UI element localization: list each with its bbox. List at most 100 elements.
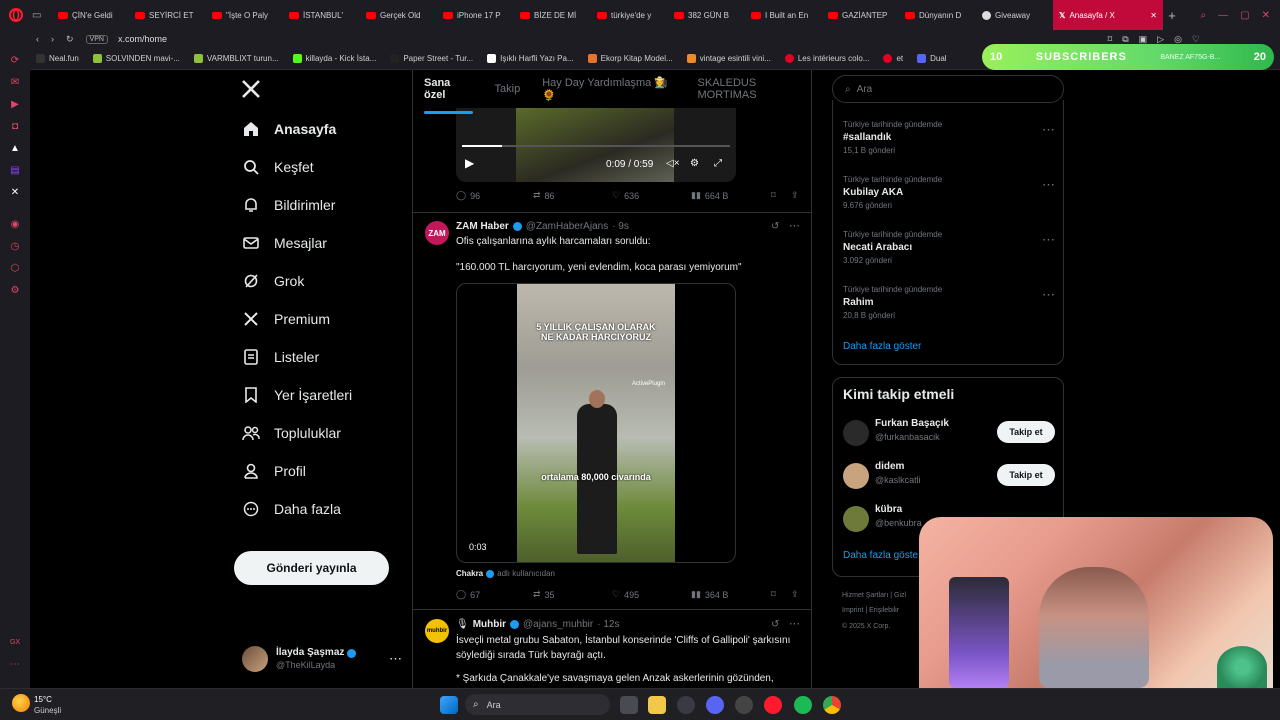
window-close-icon[interactable]: ✕ [1262,10,1270,21]
nav-explore[interactable]: Keşfet [242,148,412,186]
minimize-icon[interactable]: — [1218,10,1228,21]
more-icon[interactable]: ⋯ [389,651,402,667]
bookmark-item[interactable]: Neal.fun [36,54,79,63]
author-name[interactable]: Muhbir [473,619,506,630]
nav-profile[interactable]: Profil [242,452,412,490]
browser-tab-active[interactable]: 𝕏 Anasayfa / X ✕ [1053,0,1163,30]
grok-post-icon[interactable]: ↺ [771,221,779,232]
trend-item[interactable]: Türkiye tarihinde gündemde Kubilay AKA 9… [843,175,1055,210]
bookmark-item[interactable]: Paper Street - Tur... [390,54,473,63]
bookmark-item[interactable]: killayda - Kick İsta... [292,54,376,63]
browser-tab[interactable]: I Built an En [745,0,822,30]
browser-tab[interactable]: Giveaway [976,0,1053,30]
follow-suggestion[interactable]: didem @kaslkcatli Takip et [843,461,1055,491]
follow-button[interactable]: Takip et [997,464,1055,486]
browser-tab[interactable]: SEYİRCİ ET [129,0,206,30]
footer-link[interactable]: Erişilebilir [869,607,899,614]
post-button[interactable]: Gönderi yayınla [234,551,389,585]
account-switcher[interactable]: İlayda Şaşmaz @TheKilLayda ⋯ [242,644,402,674]
bookmark-item[interactable]: Ekorp Kitap Model... [587,54,673,63]
discord-icon[interactable]: ◘ [9,120,21,132]
video-progress-track[interactable] [462,145,730,147]
nav-grok[interactable]: Grok [242,262,412,300]
nav-notifications[interactable]: Bildirimler [242,186,412,224]
fullscreen-icon[interactable]: ⤢ [714,158,722,169]
more-icon[interactable]: ⋯ [789,219,800,232]
tab-following[interactable]: Takip [495,83,521,95]
search-input[interactable]: Ara [857,84,873,95]
maximize-icon[interactable]: ▢ [1240,10,1249,21]
repost-button[interactable]: ⇄ 35 [533,589,612,600]
settings-icon[interactable]: ⚙ [9,284,21,296]
twitch-icon[interactable]: ▤ [9,164,21,176]
extensions-icon[interactable]: ⬡ [9,262,21,274]
attribution-user[interactable]: Chakra [456,569,483,578]
mute-icon[interactable]: ◁× [666,158,680,169]
close-icon[interactable]: ✕ [1150,11,1157,20]
taskbar-search-input[interactable]: Ara [487,700,501,710]
grok-post-icon[interactable]: ↺ [771,619,779,630]
browser-tab[interactable]: türkiye'de y [591,0,668,30]
browser-tab[interactable]: İSTANBUL' [283,0,360,30]
more-dots-icon[interactable]: ⋯ [9,658,21,670]
nav-more[interactable]: Daha fazla [242,490,412,528]
youtube-rail-icon[interactable]: ▶ [9,98,21,110]
nav-home[interactable]: Anasayfa [242,110,412,148]
wallet-icon[interactable]: ▣ [1139,34,1148,45]
settings-gear-icon[interactable]: ⚙ [690,158,699,169]
opera-logo-icon[interactable] [0,0,32,30]
snapshot-icon[interactable]: ⧉ [1122,34,1128,45]
weather-icon[interactable] [12,694,30,712]
nav-communities[interactable]: Topluluklar [242,414,412,452]
bookmark-item[interactable]: Işıklı Harfli Yazı Pa... [487,54,574,63]
author-handle[interactable]: @ZamHaberAjans [526,221,608,232]
views-button[interactable]: ▮▮ 364 B [691,589,771,600]
nav-bookmarks[interactable]: Yer İşaretleri [242,376,412,414]
more-icon[interactable]: ⋯ [1042,287,1055,303]
follow-button[interactable]: Takip et [997,421,1055,443]
video-player[interactable]: 5 YILLIK ÇALIŞAN OLARAK NE KADAR HARCIYO… [456,283,736,563]
repost-button[interactable]: ⇄ 86 [533,190,612,201]
author-handle[interactable]: @ajans_muhbir [523,619,593,630]
like-button[interactable]: ♡ 495 [612,589,691,600]
browser-tab[interactable]: GAZİANTEP [822,0,899,30]
bookmark-page-icon[interactable]: ⌑ [1108,34,1113,45]
messenger-icon[interactable]: ✉ [9,76,21,88]
share-icon[interactable]: ⇪ [791,589,799,600]
browser-tab[interactable]: ÇİN'e Geldi [52,0,129,30]
bookmark-item[interactable]: Dual [917,54,947,63]
search-box[interactable]: ⌕ Ara [832,75,1064,103]
avatar[interactable]: ZAM [425,221,449,245]
opera-gx-icon[interactable] [764,696,782,714]
play-icon[interactable]: ▶ [465,156,474,170]
reply-button[interactable]: ◯ 67 [456,589,533,600]
file-explorer-icon[interactable] [648,696,666,714]
nav-messages[interactable]: Mesajlar [242,224,412,262]
more-icon[interactable]: ⋯ [1042,177,1055,193]
follow-suggestion[interactable]: Furkan Başaçık @furkanbasacik Takip et [843,418,1055,448]
x-rail-icon[interactable]: ✕ [9,186,21,198]
trend-item[interactable]: Türkiye tarihinde gündemde #sallandık 15… [843,120,1055,155]
more-icon[interactable]: ⋯ [1042,232,1055,248]
tab-skaledus[interactable]: SKALEDUS MORTIMAS [698,77,811,101]
show-more-link[interactable]: Daha fazla göster [843,341,921,352]
music-icon[interactable]: ◉ [9,218,21,230]
windows-start-icon[interactable] [440,696,458,714]
reply-button[interactable]: ◯ 96 [456,190,533,201]
bookmark-item[interactable]: Les intérieurs colo... [784,54,869,63]
tab-hayday[interactable]: Hay Day Yardımlaşma 👩‍🌾🌻 [542,76,675,102]
back-icon[interactable]: ‹ [36,34,39,44]
chrome-icon[interactable] [823,696,841,714]
spotify-icon[interactable] [794,696,812,714]
bookmark-post-icon[interactable]: ⌑ [771,589,791,600]
more-icon[interactable]: ⋯ [789,617,800,630]
browser-tab[interactable]: BİZE DE Mİ [514,0,591,30]
discord-icon[interactable] [706,696,724,714]
bookmark-item[interactable]: SOLVINDEN mavi-... [92,54,180,63]
browser-tab[interactable]: "İşte O Paly [206,0,283,30]
reload-icon[interactable]: ↻ [66,34,74,45]
browser-tab[interactable]: iPhone 17 P [437,0,514,30]
footer-link[interactable]: Gizl [894,592,906,599]
show-more-link[interactable]: Daha fazla göste [843,550,918,561]
x-logo-icon[interactable] [240,78,262,103]
